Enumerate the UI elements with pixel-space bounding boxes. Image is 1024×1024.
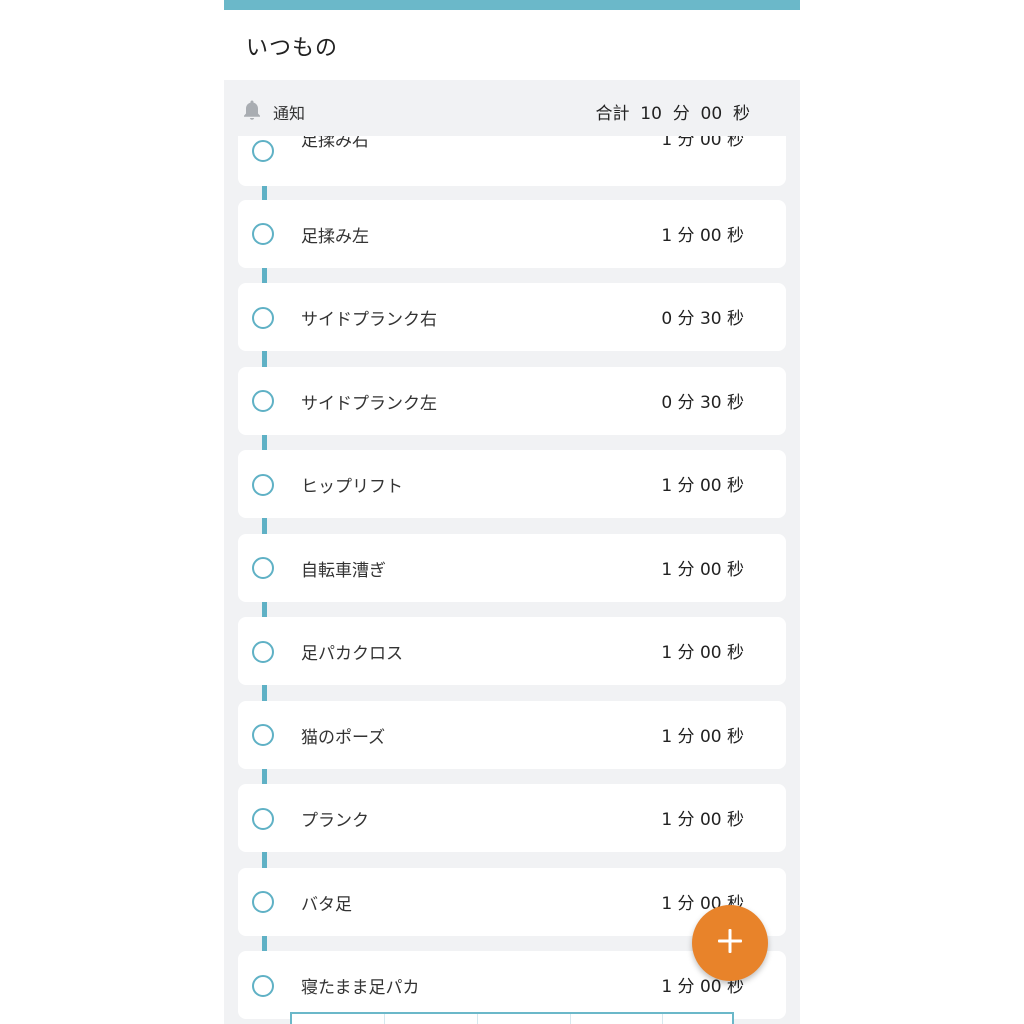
exercise-name: 足パカクロス — [301, 644, 403, 664]
exercise-name: 自転車漕ぎ — [301, 561, 386, 581]
list-item[interactable]: 足パカクロス 1 分 00 秒 — [238, 617, 786, 685]
tab-separator — [662, 1014, 663, 1024]
timeline-dot — [252, 140, 274, 162]
plus-icon — [715, 926, 745, 960]
exercise-name: サイドプランク左 — [301, 394, 437, 414]
exercise-duration: 1 分 00 秒 — [661, 560, 744, 580]
exercise-name: プランク — [301, 811, 369, 831]
exercise-list: 足揉み右 1 分 00 秒 足揉み左 1 分 00 秒 サイドプランク右 0 分… — [224, 136, 800, 1024]
timeline-dot — [252, 307, 274, 329]
total-seconds: 00 — [700, 104, 723, 124]
exercise-duration: 0 分 30 秒 — [661, 309, 744, 329]
list-item[interactable]: プランク 1 分 00 秒 — [238, 784, 786, 852]
notify-label[interactable]: 通知 — [273, 100, 305, 124]
bottom-tab-bar[interactable] — [290, 1012, 734, 1024]
exercise-duration: 1 分 00 秒 — [661, 226, 744, 246]
timeline-dot — [252, 724, 274, 746]
list-item[interactable]: サイドプランク右 0 分 30 秒 — [238, 283, 786, 351]
exercise-duration: 1 分 00 秒 — [661, 476, 744, 496]
app-screen: いつもの 通知 合計 10 分 00 秒 足揉み右 1 分 00 秒 足揉み左 … — [224, 0, 800, 1024]
list-item[interactable]: 足揉み左 1 分 00 秒 — [238, 200, 786, 268]
total-duration: 合計 10 分 00 秒 — [595, 99, 750, 124]
exercise-name: 足揉み左 — [301, 227, 369, 247]
list-item[interactable]: 猫のポーズ 1 分 00 秒 — [238, 701, 786, 769]
bell-icon[interactable] — [242, 99, 262, 121]
tab-separator — [477, 1014, 478, 1024]
exercise-name: サイドプランク右 — [301, 310, 437, 330]
exercise-duration: 0 分 30 秒 — [661, 393, 744, 413]
tab-separator — [570, 1014, 571, 1024]
list-item[interactable]: ヒップリフト 1 分 00 秒 — [238, 450, 786, 518]
timeline-dot — [252, 223, 274, 245]
page-title: いつもの — [246, 36, 339, 61]
timeline-dot — [252, 808, 274, 830]
exercise-name: バタ足 — [301, 895, 352, 915]
timeline-dot — [252, 975, 274, 997]
exercise-name: 足揉み右 — [301, 136, 369, 151]
status-accent-bar — [224, 0, 800, 10]
exercise-duration: 1 分 00 秒 — [661, 810, 744, 830]
timeline-dot — [252, 474, 274, 496]
list-item[interactable]: 足揉み右 1 分 00 秒 — [238, 136, 786, 186]
exercise-duration: 1 分 00 秒 — [661, 643, 744, 663]
total-minutes: 10 — [640, 104, 662, 124]
seconds-unit: 秒 — [733, 104, 750, 124]
tab-separator — [384, 1014, 385, 1024]
timeline-dot — [252, 641, 274, 663]
summary-bar: 通知 合計 10 分 00 秒 — [224, 80, 800, 136]
total-label: 合計 — [595, 104, 630, 124]
exercise-name: 猫のポーズ — [301, 728, 386, 748]
list-item[interactable]: サイドプランク左 0 分 30 秒 — [238, 367, 786, 435]
exercise-name: ヒップリフト — [301, 477, 403, 497]
header: いつもの — [224, 10, 800, 80]
timeline-dot — [252, 390, 274, 412]
list-item[interactable]: 自転車漕ぎ 1 分 00 秒 — [238, 534, 786, 602]
minutes-unit: 分 — [672, 104, 690, 124]
exercise-duration: 1 分 00 秒 — [661, 727, 744, 747]
timeline-dot — [252, 891, 274, 913]
exercise-duration: 1 分 00 秒 — [661, 136, 744, 150]
exercise-name: 寝たまま足パカ — [301, 978, 420, 998]
add-button[interactable] — [692, 905, 768, 981]
timeline-dot — [252, 557, 274, 579]
